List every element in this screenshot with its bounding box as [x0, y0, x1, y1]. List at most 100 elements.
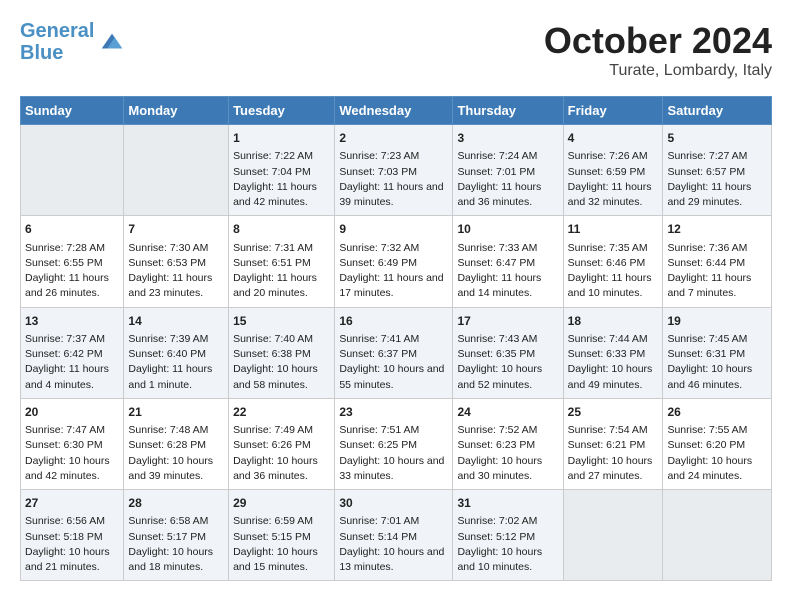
calendar-week-row: 1Sunrise: 7:22 AMSunset: 7:04 PMDaylight… — [21, 125, 772, 216]
calendar-cell: 3Sunrise: 7:24 AMSunset: 7:01 PMDaylight… — [453, 125, 563, 216]
sunset-text: Sunset: 6:49 PM — [339, 256, 448, 271]
day-number: 5 — [667, 130, 767, 147]
day-number: 31 — [457, 495, 558, 512]
day-number: 17 — [457, 313, 558, 330]
column-header-tuesday: Tuesday — [229, 97, 335, 125]
month-title: October 2024 — [544, 20, 772, 62]
calendar-cell: 5Sunrise: 7:27 AMSunset: 6:57 PMDaylight… — [663, 125, 772, 216]
daylight-text: Daylight: 11 hours and 4 minutes. — [25, 362, 119, 392]
calendar-cell: 29Sunrise: 6:59 AMSunset: 5:15 PMDayligh… — [229, 490, 335, 581]
column-header-saturday: Saturday — [663, 97, 772, 125]
daylight-text: Daylight: 10 hours and 55 minutes. — [339, 362, 448, 392]
calendar-week-row: 13Sunrise: 7:37 AMSunset: 6:42 PMDayligh… — [21, 307, 772, 398]
sunrise-text: Sunrise: 7:55 AM — [667, 423, 767, 438]
sunset-text: Sunset: 5:14 PM — [339, 530, 448, 545]
daylight-text: Daylight: 11 hours and 1 minute. — [128, 362, 224, 392]
calendar-cell — [124, 125, 229, 216]
calendar-week-row: 27Sunrise: 6:56 AMSunset: 5:18 PMDayligh… — [21, 490, 772, 581]
day-number: 12 — [667, 221, 767, 238]
calendar-cell: 21Sunrise: 7:48 AMSunset: 6:28 PMDayligh… — [124, 398, 229, 489]
day-number: 27 — [25, 495, 119, 512]
calendar-table: SundayMondayTuesdayWednesdayThursdayFrid… — [20, 96, 772, 581]
day-number: 30 — [339, 495, 448, 512]
calendar-cell — [563, 490, 663, 581]
sunrise-text: Sunrise: 7:48 AM — [128, 423, 224, 438]
sunset-text: Sunset: 6:31 PM — [667, 347, 767, 362]
day-number: 16 — [339, 313, 448, 330]
day-number: 8 — [233, 221, 330, 238]
daylight-text: Daylight: 10 hours and 49 minutes. — [568, 362, 659, 392]
sunrise-text: Sunrise: 7:47 AM — [25, 423, 119, 438]
calendar-cell: 1Sunrise: 7:22 AMSunset: 7:04 PMDaylight… — [229, 125, 335, 216]
daylight-text: Daylight: 10 hours and 24 minutes. — [667, 454, 767, 484]
daylight-text: Daylight: 11 hours and 17 minutes. — [339, 271, 448, 301]
sunset-text: Sunset: 6:21 PM — [568, 438, 659, 453]
sunset-text: Sunset: 6:30 PM — [25, 438, 119, 453]
sunrise-text: Sunrise: 7:54 AM — [568, 423, 659, 438]
sunrise-text: Sunrise: 7:02 AM — [457, 514, 558, 529]
daylight-text: Daylight: 10 hours and 36 minutes. — [233, 454, 330, 484]
sunset-text: Sunset: 7:03 PM — [339, 165, 448, 180]
day-number: 2 — [339, 130, 448, 147]
day-number: 18 — [568, 313, 659, 330]
sunrise-text: Sunrise: 7:43 AM — [457, 332, 558, 347]
column-header-sunday: Sunday — [21, 97, 124, 125]
sunset-text: Sunset: 6:23 PM — [457, 438, 558, 453]
day-number: 26 — [667, 404, 767, 421]
sunset-text: Sunset: 6:59 PM — [568, 165, 659, 180]
daylight-text: Daylight: 10 hours and 42 minutes. — [25, 454, 119, 484]
title-block: October 2024 Turate, Lombardy, Italy — [544, 20, 772, 80]
day-number: 13 — [25, 313, 119, 330]
calendar-cell: 23Sunrise: 7:51 AMSunset: 6:25 PMDayligh… — [335, 398, 453, 489]
sunset-text: Sunset: 6:38 PM — [233, 347, 330, 362]
day-number: 20 — [25, 404, 119, 421]
sunset-text: Sunset: 6:55 PM — [25, 256, 119, 271]
calendar-cell: 7Sunrise: 7:30 AMSunset: 6:53 PMDaylight… — [124, 216, 229, 307]
column-header-wednesday: Wednesday — [335, 97, 453, 125]
daylight-text: Daylight: 11 hours and 23 minutes. — [128, 271, 224, 301]
sunset-text: Sunset: 6:46 PM — [568, 256, 659, 271]
day-number: 7 — [128, 221, 224, 238]
calendar-cell — [663, 490, 772, 581]
sunrise-text: Sunrise: 7:26 AM — [568, 149, 659, 164]
sunset-text: Sunset: 6:37 PM — [339, 347, 448, 362]
sunrise-text: Sunrise: 7:24 AM — [457, 149, 558, 164]
location-title: Turate, Lombardy, Italy — [544, 62, 772, 80]
calendar-cell: 25Sunrise: 7:54 AMSunset: 6:21 PMDayligh… — [563, 398, 663, 489]
calendar-cell: 9Sunrise: 7:32 AMSunset: 6:49 PMDaylight… — [335, 216, 453, 307]
sunset-text: Sunset: 6:20 PM — [667, 438, 767, 453]
calendar-cell: 27Sunrise: 6:56 AMSunset: 5:18 PMDayligh… — [21, 490, 124, 581]
day-number: 28 — [128, 495, 224, 512]
sunset-text: Sunset: 6:57 PM — [667, 165, 767, 180]
calendar-cell: 28Sunrise: 6:58 AMSunset: 5:17 PMDayligh… — [124, 490, 229, 581]
logo-line1: General — [20, 20, 94, 42]
day-number: 24 — [457, 404, 558, 421]
daylight-text: Daylight: 10 hours and 13 minutes. — [339, 545, 448, 575]
column-header-thursday: Thursday — [453, 97, 563, 125]
sunrise-text: Sunrise: 7:52 AM — [457, 423, 558, 438]
daylight-text: Daylight: 10 hours and 58 minutes. — [233, 362, 330, 392]
logo-text: General Blue — [20, 20, 94, 64]
logo-icon — [98, 28, 126, 56]
sunrise-text: Sunrise: 7:36 AM — [667, 241, 767, 256]
sunrise-text: Sunrise: 7:22 AM — [233, 149, 330, 164]
daylight-text: Daylight: 10 hours and 10 minutes. — [457, 545, 558, 575]
day-number: 9 — [339, 221, 448, 238]
logo: General Blue — [20, 20, 126, 64]
day-number: 25 — [568, 404, 659, 421]
day-number: 14 — [128, 313, 224, 330]
sunset-text: Sunset: 7:04 PM — [233, 165, 330, 180]
sunset-text: Sunset: 6:44 PM — [667, 256, 767, 271]
calendar-cell: 10Sunrise: 7:33 AMSunset: 6:47 PMDayligh… — [453, 216, 563, 307]
sunset-text: Sunset: 6:26 PM — [233, 438, 330, 453]
sunrise-text: Sunrise: 7:35 AM — [568, 241, 659, 256]
daylight-text: Daylight: 10 hours and 21 minutes. — [25, 545, 119, 575]
sunrise-text: Sunrise: 7:39 AM — [128, 332, 224, 347]
column-header-monday: Monday — [124, 97, 229, 125]
sunrise-text: Sunrise: 7:28 AM — [25, 241, 119, 256]
sunrise-text: Sunrise: 6:59 AM — [233, 514, 330, 529]
day-number: 22 — [233, 404, 330, 421]
sunset-text: Sunset: 5:17 PM — [128, 530, 224, 545]
calendar-cell: 16Sunrise: 7:41 AMSunset: 6:37 PMDayligh… — [335, 307, 453, 398]
daylight-text: Daylight: 10 hours and 39 minutes. — [128, 454, 224, 484]
